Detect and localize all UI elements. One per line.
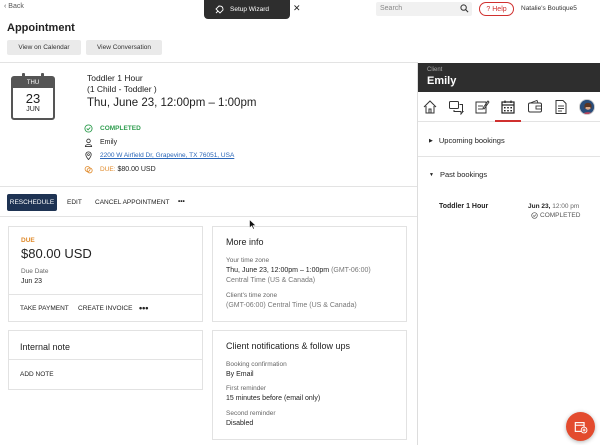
view-on-calendar-button[interactable]: View on Calendar (7, 40, 81, 55)
search-icon (460, 4, 469, 13)
upcoming-divider (418, 156, 600, 157)
status-badge: COMPLETED (100, 125, 141, 132)
more-actions-icon[interactable]: ••• (178, 198, 185, 205)
document-icon[interactable] (553, 99, 569, 115)
create-invoice-button[interactable]: CREATE INVOICE (78, 305, 132, 312)
address-link[interactable]: 2200 W Airfield Dr, Grapevine, TX 76051,… (100, 152, 234, 159)
due-row: DUE: $80.00 USD (84, 165, 156, 174)
client-row: Emily (84, 138, 117, 147)
first-reminder-label: First reminder (226, 385, 267, 392)
caret-right-icon: ▶ (429, 137, 433, 144)
payment-amount: $80.00 USD (21, 246, 92, 261)
active-tab-indicator (495, 120, 521, 122)
business-name[interactable]: Natalie's Boutique5 (521, 5, 577, 12)
check-circle-icon (84, 124, 93, 133)
booking-confirmation-value: By Email (226, 371, 254, 378)
due-amount: $80.00 USD (117, 166, 156, 173)
page-title: Appointment (7, 22, 75, 34)
internal-note-title: Internal note (20, 342, 71, 352)
client-name[interactable]: Emily (100, 139, 117, 146)
help-button[interactable]: ? Help (479, 2, 514, 16)
client-timezone-value: (GMT-06:00) Central Time (US & Canada) (226, 302, 357, 309)
rocket-icon (215, 5, 224, 14)
more-info-title: More info (226, 237, 264, 247)
payment-card-divider (9, 294, 202, 295)
booking-confirmation-label: Booking confirmation (226, 361, 287, 368)
first-reminder-value: 15 minutes before (email only) (226, 395, 321, 402)
address-row: 2200 W Airfield Dr, Grapevine, TX 76051,… (84, 151, 234, 160)
avatar[interactable] (579, 99, 595, 115)
question-icon: ? (486, 5, 491, 13)
client-panel-label: Client (427, 67, 443, 73)
reschedule-button[interactable]: RESCHEDULE (7, 194, 57, 211)
past-booking-date: Jun 23, 12:00 pm (528, 203, 580, 210)
client-timezone-label: Client's time zone (226, 292, 278, 299)
internal-note-divider (9, 359, 202, 360)
search-input[interactable]: Search (376, 2, 472, 16)
second-reminder-label: Second reminder (226, 410, 276, 417)
due-date-value: Jun 23 (21, 278, 43, 285)
actions-divider (0, 216, 418, 217)
take-payment-button[interactable]: TAKE PAYMENT (20, 305, 69, 312)
home-icon[interactable] (422, 99, 438, 115)
top-bar: ‹ Back Setup Wizard ✕ Search ? Help Nata… (0, 0, 600, 19)
client-panel-name: Emily (427, 75, 457, 87)
calendar-icon[interactable] (500, 99, 516, 115)
due-label: DUE: (100, 166, 116, 173)
view-conversation-button[interactable]: View Conversation (86, 40, 162, 55)
payment-due-label: DUE (21, 237, 35, 244)
new-booking-fab[interactable] (566, 412, 595, 441)
note-edit-icon[interactable] (474, 99, 490, 115)
location-pin-icon (85, 151, 92, 160)
internal-note-card (8, 330, 203, 390)
wallet-icon[interactable] (527, 99, 543, 115)
past-booking-status: COMPLETED (531, 212, 580, 219)
calendar-day: 23 (25, 91, 41, 106)
person-icon (84, 138, 93, 147)
edit-button[interactable]: EDIT (67, 199, 82, 206)
due-date-label: Due Date (21, 268, 49, 275)
calendar-month: JUN (26, 106, 40, 113)
add-note-button[interactable]: ADD NOTE (20, 371, 54, 378)
your-timezone-label: Your time zone (226, 257, 270, 264)
appointment-datetime: Thu, June 23, 12:00pm – 1:00pm (87, 97, 257, 109)
status-row: COMPLETED (84, 124, 141, 133)
chat-icon[interactable] (448, 99, 464, 115)
service-name: Toddler 1 Hour (1 Child - Toddler ) (87, 73, 157, 94)
calendar-weekday: THU (13, 78, 53, 88)
second-reminder-value: Disabled (226, 420, 254, 427)
summary-divider (0, 186, 418, 187)
calendar-ring (41, 73, 44, 80)
cancel-appointment-button[interactable]: CANCEL APPOINTMENT (95, 199, 170, 206)
setup-wizard-button[interactable]: Setup Wizard (204, 0, 290, 19)
check-circle-icon (531, 212, 538, 219)
close-wizard-icon[interactable]: ✕ (293, 3, 301, 14)
notifications-title: Client notifications & follow ups (226, 341, 351, 351)
past-bookings-toggle[interactable]: ▼ Past bookings (429, 170, 487, 179)
your-timezone-value: Thu, June 23, 12:00pm – 1:00pm (GMT-06:0… (226, 267, 371, 284)
upcoming-bookings-toggle[interactable]: ▶ Upcoming bookings (429, 136, 505, 145)
payment-more-icon[interactable]: ••• (139, 303, 148, 313)
header-divider (0, 62, 418, 63)
back-link[interactable]: ‹ Back (4, 3, 24, 10)
caret-down-icon: ▼ (429, 171, 434, 178)
coins-icon (84, 166, 93, 174)
calendar-ring (22, 73, 25, 80)
chevron-left-icon: ‹ (4, 3, 7, 10)
calendar-add-icon (574, 421, 587, 433)
calendar-date-icon: THU 23 JUN (11, 73, 55, 120)
past-booking-title[interactable]: Toddler 1 Hour (439, 203, 488, 210)
mouse-cursor-icon (249, 219, 257, 230)
